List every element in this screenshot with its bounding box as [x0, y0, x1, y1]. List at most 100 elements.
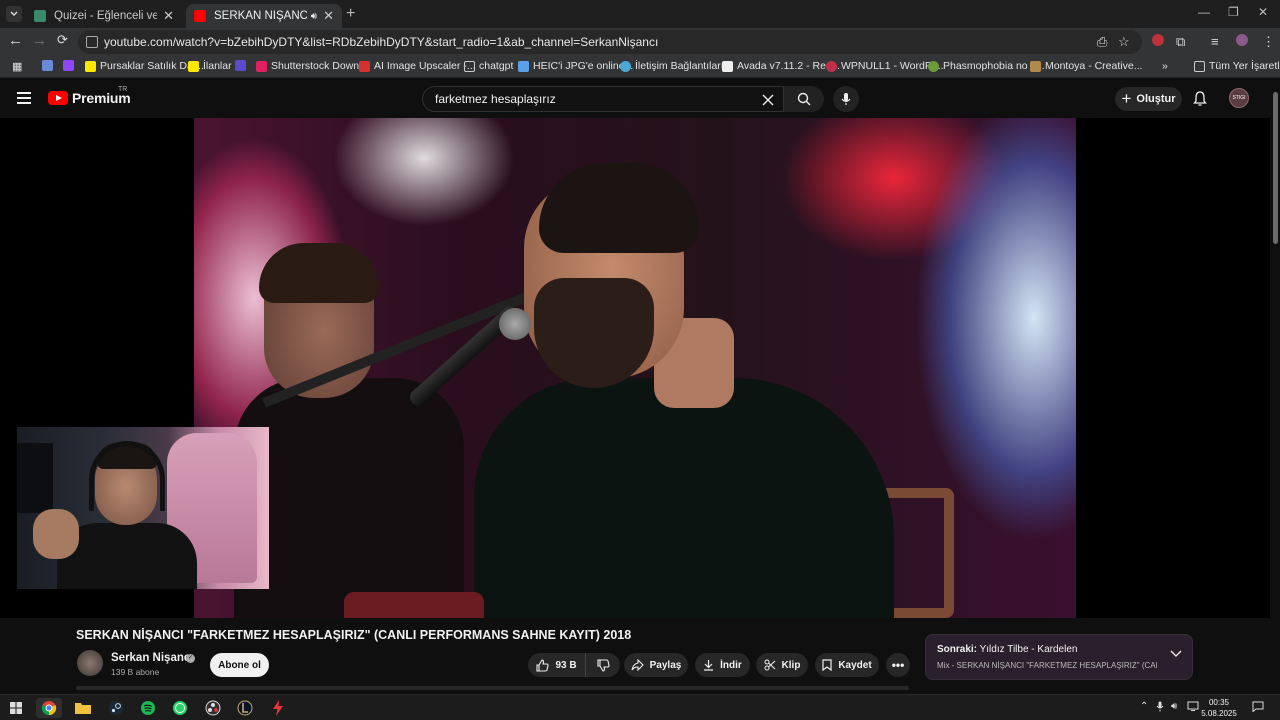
windows-start-icon[interactable] — [3, 698, 29, 718]
singer-hair — [539, 163, 699, 253]
bookmark-item[interactable]: İlanlar — [188, 60, 232, 72]
tab-search-button[interactable] — [6, 6, 22, 22]
bookmark-item[interactable]: HEIC'i JPG'e online... — [518, 60, 633, 72]
tray-expand-icon[interactable]: ⌃ — [1140, 701, 1148, 712]
new-tab-button[interactable]: + — [346, 5, 355, 23]
bookmark-icon-only[interactable] — [235, 60, 250, 71]
subscribe-button[interactable]: Abone ol — [210, 653, 269, 677]
reload-icon[interactable]: ⟳ — [57, 32, 68, 48]
bookmark-item[interactable]: İletişim Bağlantıları... — [620, 60, 732, 72]
bookmark-item[interactable]: Pursaklar Satılık Dai... — [85, 60, 204, 72]
restore-icon[interactable]: ❐ — [1228, 5, 1239, 19]
bookmark-item[interactable]: Phasmophobia no c... — [928, 60, 1045, 72]
file-explorer-icon[interactable] — [70, 698, 96, 718]
browser-menu-icon[interactable]: ⋮ — [1262, 34, 1275, 50]
chevron-down-icon[interactable] — [1170, 650, 1182, 658]
clear-search-icon[interactable] — [761, 93, 775, 107]
save-button[interactable]: Kaydet — [815, 653, 879, 677]
video-details: SERKAN NİŞANCI "FARKETMEZ HESAPLAŞIRIZ" … — [0, 618, 1270, 698]
avada-icon — [722, 60, 733, 72]
bookmark-save-icon — [822, 659, 832, 671]
tab-title: SERKAN NİŞANCI "FARKETM — [214, 10, 307, 22]
headset — [89, 441, 165, 511]
download-button[interactable]: İndir — [695, 653, 750, 677]
bookmark-item[interactable]: Montoya - Creative... — [1030, 60, 1142, 72]
notifications-bell-icon[interactable] — [1193, 91, 1207, 107]
singer-shirt — [474, 378, 894, 618]
share-button[interactable]: Paylaş — [624, 653, 688, 677]
apps-grid-icon[interactable]: ▦ — [12, 60, 22, 73]
profile-icon[interactable] — [1236, 34, 1248, 46]
clip-button[interactable]: Klip — [756, 653, 808, 677]
chrome-taskbar-icon[interactable] — [36, 698, 62, 718]
bookmark-item[interactable]: Avada v7.11.2 - Res... — [722, 60, 840, 72]
address-bar[interactable]: youtube.com/watch?v=bZebihDyDTY&list=RDb… — [78, 30, 1142, 54]
bookmark-item[interactable]: WPNULL1 - WordPr... — [826, 60, 944, 72]
dislike-button[interactable] — [586, 653, 620, 677]
up-next-title: Sonraki: Yıldız Tilbe - Kardelen — [937, 644, 1078, 655]
bookmark-item[interactable]: Shutterstock Downl... — [256, 60, 370, 72]
back-icon[interactable]: ← — [8, 32, 23, 49]
browser-tab-youtube[interactable]: SERKAN NİŞANCI "FARKETM 🔊︎ ✕ — [186, 4, 342, 28]
browser-tab-strip: Quizei - Eğlenceli ve etkileşimli ✕ SERK… — [0, 0, 1280, 28]
bookmark-star-icon[interactable]: ☆ — [1118, 34, 1130, 50]
more-actions-button[interactable]: ••• — [886, 653, 910, 677]
up-next-card[interactable]: Sonraki: Yıldız Tilbe - Kardelen Mix - S… — [925, 634, 1193, 680]
bookmark-twitch[interactable] — [63, 60, 78, 71]
whatsapp-icon[interactable] — [167, 698, 193, 718]
network-icon[interactable] — [1187, 701, 1199, 714]
like-dislike-group: 93 B — [528, 653, 620, 677]
clock-date: 5.08.2025 — [1201, 709, 1237, 718]
close-tab-icon[interactable]: ✕ — [163, 8, 174, 24]
microphone-icon — [841, 93, 851, 105]
search-button[interactable] — [784, 86, 824, 112]
phasmophobia-icon — [928, 60, 939, 72]
tray-microphone-icon[interactable] — [1156, 701, 1164, 715]
all-bookmarks[interactable]: Tüm Yer İşaretleri — [1194, 60, 1280, 72]
extension-badge-icon[interactable] — [1152, 34, 1164, 46]
video-frame[interactable] — [194, 118, 1076, 618]
lightning-app-icon[interactable] — [265, 698, 291, 718]
close-window-icon[interactable]: ✕ — [1258, 5, 1268, 19]
hamburger-menu-icon[interactable] — [17, 92, 31, 104]
create-button[interactable]: + Oluştur — [1115, 87, 1182, 111]
youtube-header: Premium TR farketmez hesaplaşırız + Oluş… — [0, 78, 1280, 120]
close-tab-icon[interactable]: ✕ — [323, 8, 334, 24]
more-bookmarks-icon[interactable]: » — [1162, 60, 1168, 72]
obs-icon[interactable] — [200, 698, 226, 718]
account-avatar[interactable]: STIGI — [1229, 88, 1249, 108]
bookmark-item[interactable]: chatgpt — [464, 60, 513, 72]
bookmark-item[interactable]: AI Image Upscaler -... — [359, 60, 476, 72]
spotify-icon[interactable] — [135, 698, 161, 718]
notification-center-icon[interactable] — [1252, 701, 1264, 715]
youtube-premium-logo[interactable]: Premium TR — [48, 86, 131, 106]
league-of-legends-icon[interactable] — [232, 698, 258, 718]
windows-taskbar: ⌃ 🔊︎ 00:35 5.08.2025 — [0, 694, 1280, 720]
install-app-icon[interactable]: ⎙ — [1097, 34, 1107, 50]
bookmark-icon-only[interactable] — [42, 60, 57, 71]
search-query[interactable]: farketmez hesaplaşırız — [435, 92, 556, 106]
voice-search-button[interactable] — [833, 86, 859, 112]
volume-icon[interactable]: 🔊︎ — [1171, 701, 1177, 712]
scrollbar-thumb[interactable] — [1273, 92, 1278, 244]
audio-playing-icon[interactable]: 🔊︎ — [311, 11, 317, 22]
steam-icon[interactable] — [103, 698, 129, 718]
clock-time: 00:35 — [1208, 698, 1230, 707]
page-scrollbar[interactable] — [1270, 78, 1280, 698]
channel-name[interactable]: Serkan Nişancı — [111, 652, 193, 664]
minimize-icon[interactable]: — — [1198, 5, 1210, 19]
site-info-icon[interactable] — [86, 36, 98, 48]
sahibinden-icon — [188, 60, 199, 72]
microphone-head — [499, 308, 531, 340]
system-clock[interactable]: 00:35 5.08.2025 — [1200, 697, 1238, 719]
like-button[interactable]: 93 B — [528, 653, 586, 677]
media-control-icon[interactable]: ≡ — [1211, 34, 1219, 49]
search-input[interactable]: farketmez hesaplaşırız — [422, 86, 784, 112]
folder-icon — [1194, 60, 1205, 72]
extensions-puzzle-icon[interactable]: ⧉ — [1176, 34, 1185, 50]
share-icon — [631, 659, 644, 671]
url-text[interactable]: youtube.com/watch?v=bZebihDyDTY&list=RDb… — [104, 35, 658, 49]
browser-tab-quizei[interactable]: Quizei - Eğlenceli ve etkileşimli ✕ — [26, 4, 182, 28]
forward-icon[interactable]: → — [32, 32, 47, 49]
channel-avatar[interactable] — [77, 650, 103, 676]
